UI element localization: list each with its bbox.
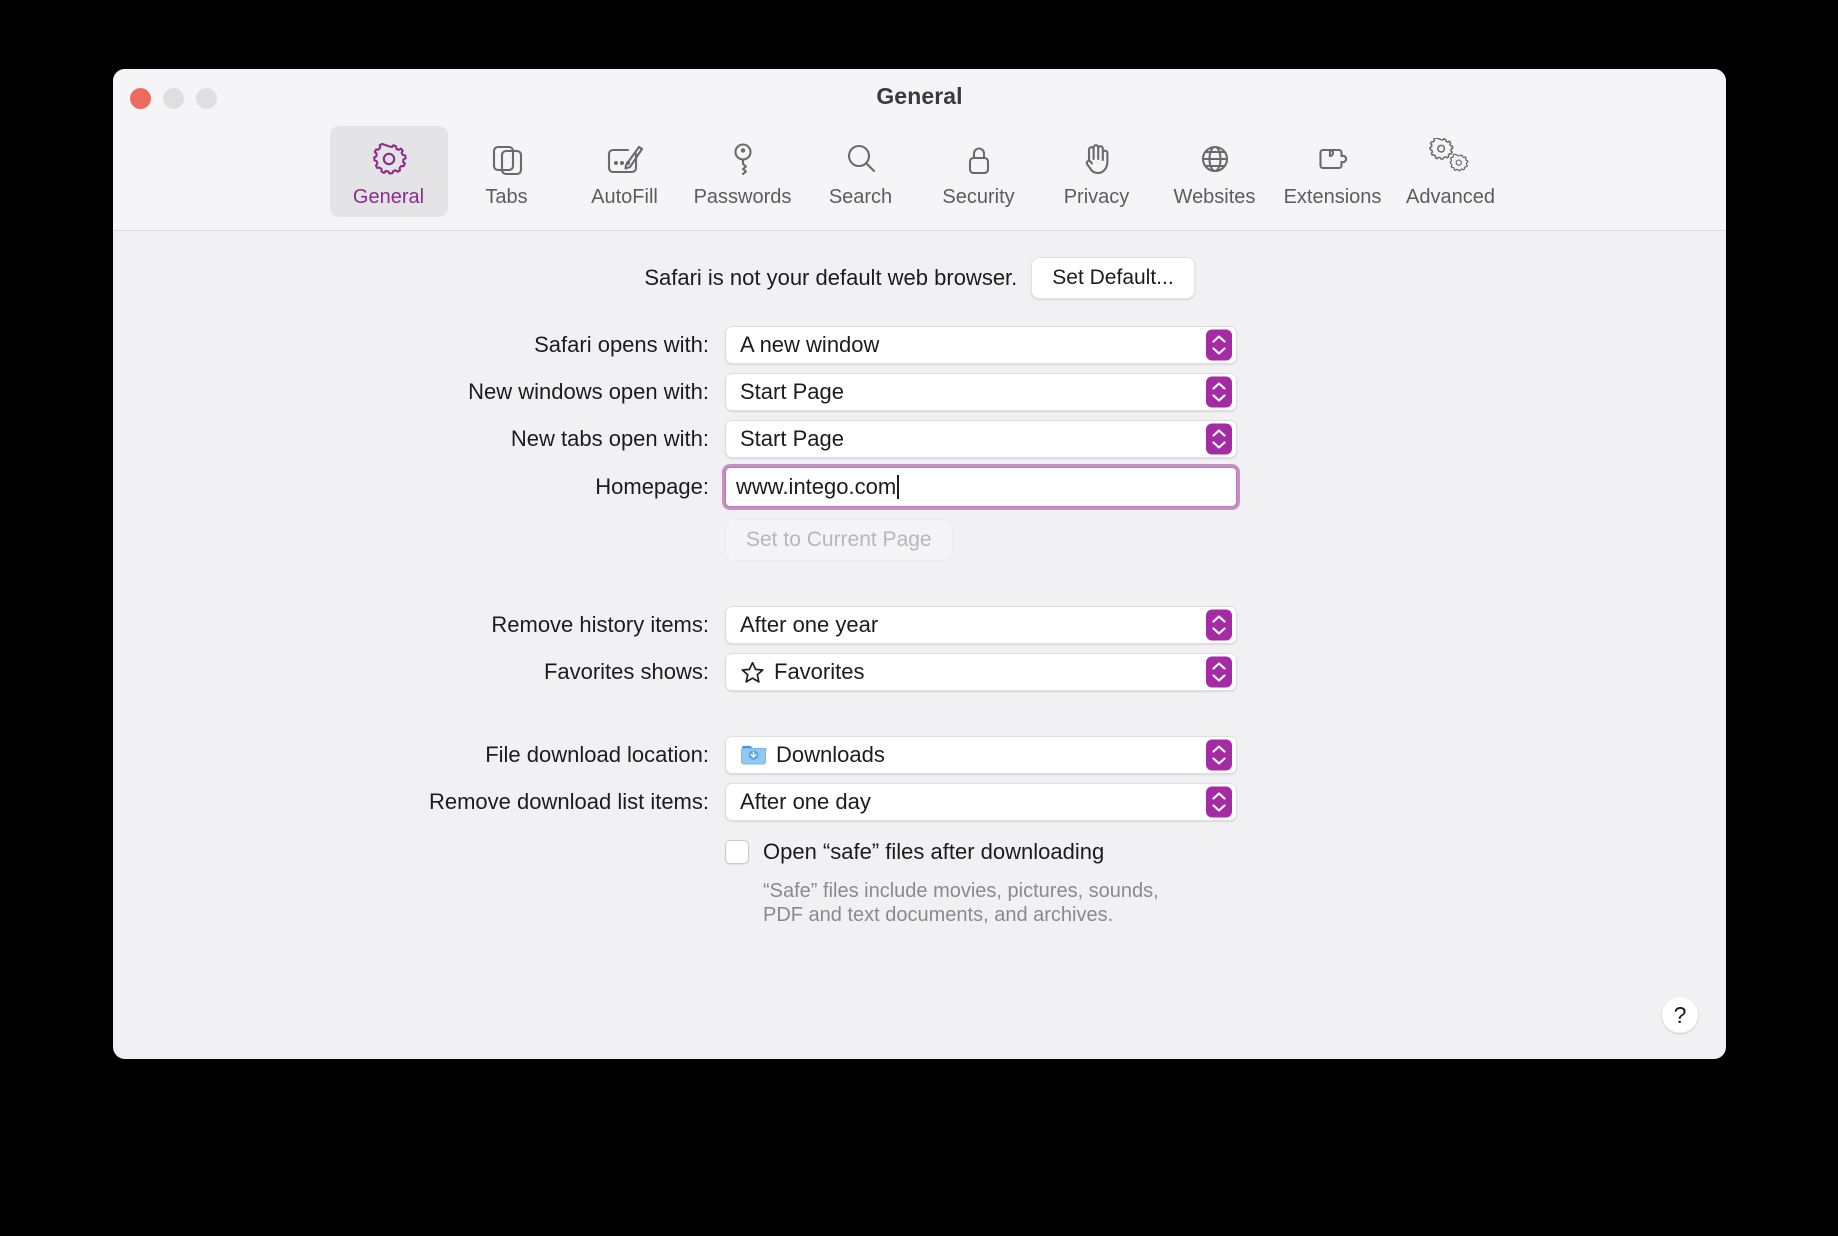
tab-websites[interactable]: Websites (1156, 126, 1274, 217)
file-download-location-label: File download location: (485, 742, 709, 767)
tab-search-label: Search (828, 186, 893, 208)
tab-extensions-label: Extensions (1283, 186, 1382, 208)
lock-icon (958, 135, 1000, 183)
tab-extensions[interactable]: Extensions (1274, 126, 1392, 217)
chevron-updown-icon[interactable] (1206, 739, 1232, 771)
remove-history-items-value: After one year (740, 612, 879, 637)
chevron-updown-icon[interactable] (1206, 423, 1232, 455)
row-homepage: Homepage: www.intego.com (113, 464, 1726, 510)
autofill-icon (602, 135, 648, 183)
tab-advanced-label: Advanced (1406, 186, 1495, 208)
gears-icon (1428, 135, 1474, 183)
globe-icon (1194, 135, 1236, 183)
tab-search[interactable]: Search (802, 126, 920, 217)
chevron-updown-icon[interactable] (1206, 329, 1232, 361)
chevron-updown-icon[interactable] (1206, 376, 1232, 408)
row-open-safe-files-help: “Safe” files include movies, pictures, s… (113, 871, 1726, 928)
tab-websites-label: Websites (1173, 186, 1256, 208)
default-browser-message: Safari is not your default web browser. (644, 265, 1018, 290)
row-new-windows-open-with: New windows open with: Start Page (113, 373, 1726, 411)
remove-history-items-popup[interactable]: After one year (725, 606, 1237, 644)
safari-opens-with-label: Safari opens with: (534, 332, 709, 357)
set-to-current-page-button[interactable]: Set to Current Page (725, 519, 953, 561)
row-file-download-location: File download location: Downloads (113, 736, 1726, 774)
new-tabs-open-with-label: New tabs open with: (510, 426, 709, 451)
star-icon (741, 661, 764, 683)
file-download-location-popup[interactable]: Downloads (725, 736, 1237, 774)
default-browser-row: Safari is not your default web browser. … (113, 257, 1726, 299)
help-line-1: “Safe” files include movies, pictures, s… (763, 880, 1159, 902)
key-icon (722, 135, 764, 183)
tab-privacy-label: Privacy (1063, 186, 1130, 208)
tab-autofill-label: AutoFill (591, 186, 658, 208)
downloads-folder-icon (741, 745, 767, 765)
remove-download-list-items-value: After one day (740, 789, 871, 814)
new-windows-open-with-popup[interactable]: Start Page (725, 373, 1237, 411)
favorites-shows-value: Favorites (774, 659, 865, 684)
tab-security-label: Security (942, 186, 1015, 208)
general-pane: Safari is not your default web browser. … (113, 231, 1726, 1059)
window-titlebar: General General Tabs AutoFill Passwords … (113, 69, 1726, 231)
remove-download-list-items-label: Remove download list items: (428, 789, 709, 814)
row-remove-history-items: Remove history items: After one year (113, 606, 1726, 644)
new-tabs-open-with-value: Start Page (740, 426, 844, 451)
favorites-shows-label: Favorites shows: (543, 659, 709, 684)
row-set-to-current-page: Set to Current Page (113, 519, 1726, 561)
row-open-safe-files: Open “safe” files after downloading (113, 839, 1726, 865)
preferences-window: General General Tabs AutoFill Passwords … (113, 69, 1726, 1059)
file-download-location-value: Downloads (776, 742, 885, 767)
text-caret (897, 475, 900, 499)
row-new-tabs-open-with: New tabs open with: Start Page (113, 420, 1726, 458)
safari-opens-with-value: A new window (740, 332, 880, 357)
row-favorites-shows: Favorites shows: Favorites (113, 653, 1726, 691)
tab-passwords[interactable]: Passwords (684, 126, 802, 217)
tab-advanced[interactable]: Advanced (1392, 126, 1510, 217)
open-safe-files-label: Open “safe” files after downloading (763, 839, 1105, 864)
homepage-input[interactable]: www.intego.com (722, 464, 1240, 510)
tab-privacy[interactable]: Privacy (1038, 126, 1156, 217)
hand-icon (1076, 135, 1118, 183)
screen: General General Tabs AutoFill Passwords … (0, 0, 1838, 1236)
chevron-updown-icon[interactable] (1206, 656, 1232, 688)
open-safe-files-help: “Safe” files include movies, pictures, s… (763, 879, 1159, 928)
remove-download-list-items-popup[interactable]: After one day (725, 783, 1237, 821)
tab-passwords-label: Passwords (693, 186, 792, 208)
gear-icon (368, 135, 410, 183)
open-safe-files-checkbox[interactable] (725, 840, 749, 864)
settings-form: Safari opens with: A new window New wind… (113, 326, 1726, 928)
new-tabs-open-with-popup[interactable]: Start Page (725, 420, 1237, 458)
help-line-2: PDF and text documents, and archives. (763, 904, 1114, 927)
favorites-shows-popup[interactable]: Favorites (725, 653, 1237, 691)
tab-tabs[interactable]: Tabs (448, 126, 566, 217)
tab-tabs-label: Tabs (485, 186, 528, 208)
preferences-toolbar: General Tabs AutoFill Passwords Search S… (113, 126, 1726, 217)
puzzle-icon (1312, 135, 1354, 183)
new-windows-open-with-value: Start Page (740, 379, 844, 404)
search-icon (840, 135, 882, 183)
help-button[interactable]: ? (1662, 997, 1698, 1033)
set-default-button[interactable]: Set Default... (1031, 257, 1195, 299)
tab-security[interactable]: Security (920, 126, 1038, 217)
remove-history-items-label: Remove history items: (491, 612, 709, 637)
chevron-updown-icon[interactable] (1206, 609, 1232, 641)
new-windows-open-with-label: New windows open with: (468, 379, 709, 404)
safari-opens-with-popup[interactable]: A new window (725, 326, 1237, 364)
homepage-label: Homepage: (595, 474, 709, 499)
row-remove-download-list-items: Remove download list items: After one da… (113, 783, 1726, 821)
row-safari-opens-with: Safari opens with: A new window (113, 326, 1726, 364)
tab-general-label: General (352, 186, 425, 208)
chevron-updown-icon[interactable] (1206, 786, 1232, 818)
window-title: General (876, 83, 963, 109)
homepage-value: www.intego.com (736, 474, 897, 499)
tab-autofill[interactable]: AutoFill (566, 126, 684, 217)
tabs-icon (486, 135, 528, 183)
tab-general[interactable]: General (329, 126, 448, 217)
